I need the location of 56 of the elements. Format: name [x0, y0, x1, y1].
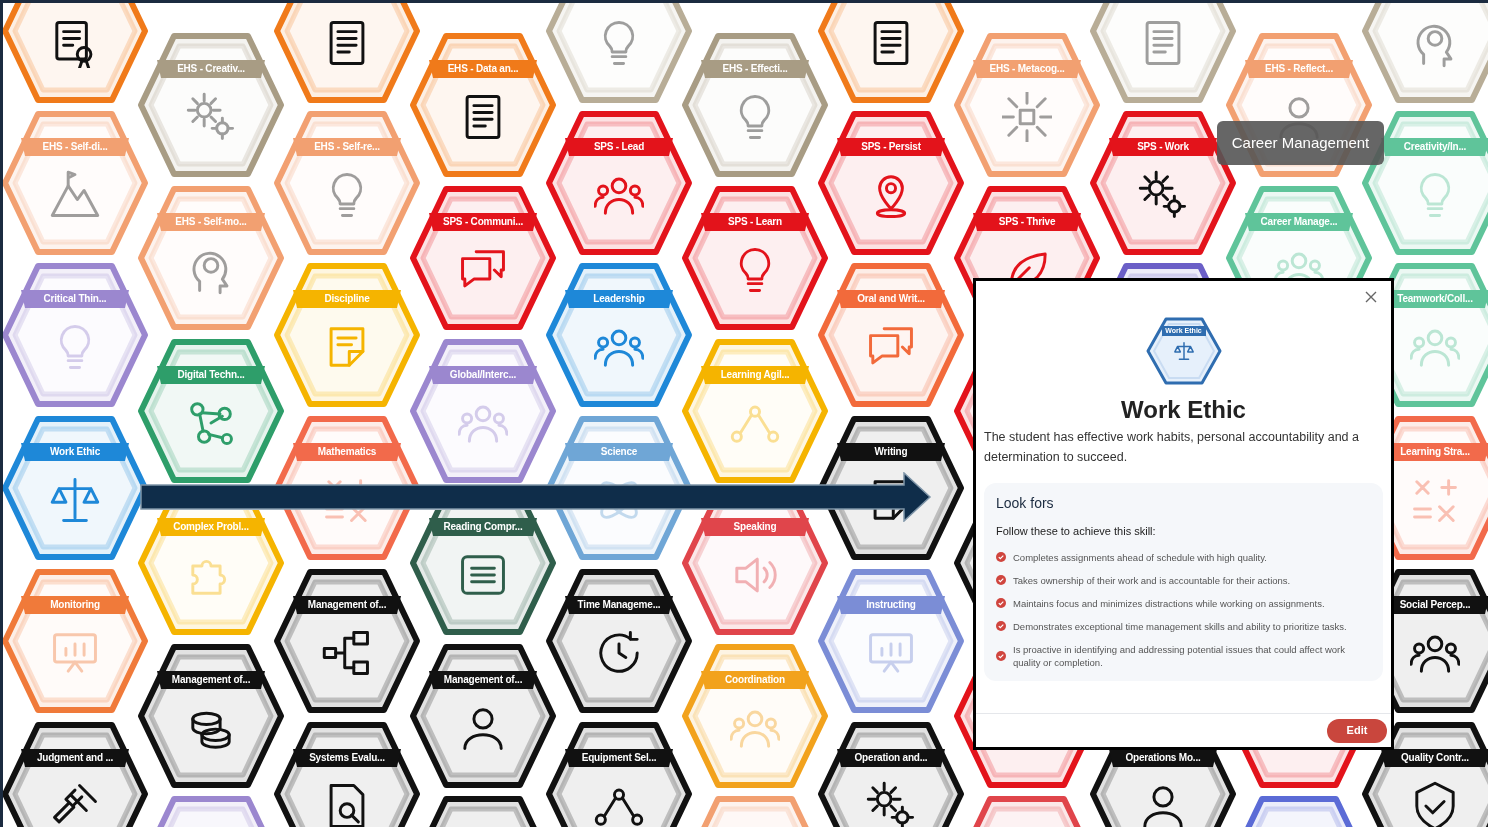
look-for-item: Demonstrates exceptional time management skills and ability to prioritize tasks.: [1013, 619, 1347, 633]
skill-label: Speaking: [733, 520, 777, 534]
skill-label: Teamwork/Coll...: [1397, 292, 1473, 306]
skill-label: Work Ethic: [49, 445, 100, 459]
skill-label: SPS - Lead: [593, 140, 645, 154]
skill-label: Systems Evalu...: [309, 751, 385, 765]
dialog-title: Work Ethic: [1120, 395, 1247, 425]
skill-label: Operation and...: [854, 751, 928, 765]
skill-label: EHS - Creativ...: [177, 62, 245, 76]
skill-label: Coordination: [725, 673, 785, 687]
tooltip: Career Management: [1217, 121, 1384, 165]
skill-label: Global/Interc...: [449, 368, 517, 382]
look-for-item: Maintains focus and minimizes distractions while working on assignments.: [1013, 596, 1325, 610]
skill-label: Instructing: [866, 598, 916, 612]
skill-label: Social Percep...: [1399, 598, 1471, 612]
skill-label: EHS - Metacog...: [989, 62, 1065, 76]
skill-label: EHS - Self-di...: [42, 140, 108, 154]
skill-label: SPS - Communi...: [442, 215, 524, 229]
skill-label: Learning Stra...: [1400, 445, 1470, 459]
skill-label: Monitoring: [50, 598, 100, 612]
skill-label: Reading Compr...: [443, 520, 523, 534]
skill-label: EHS - Self-mo...: [175, 215, 247, 229]
skill-label: SPS - Learn: [728, 215, 782, 229]
skill-label: EHS - Reflect...: [1265, 62, 1333, 76]
skill-label: Learning Agil...: [720, 368, 790, 382]
skill-label: Writing: [874, 445, 908, 459]
skill-label: Oral and Writ...: [857, 292, 925, 306]
skill-label: Leadership: [593, 292, 645, 306]
skill-label: Time Manageme...: [577, 598, 661, 612]
skill-label: Quality Contr...: [1401, 751, 1469, 765]
skill-label: SPS - Work: [1137, 140, 1189, 154]
skill-label: Career Manage...: [1260, 215, 1338, 229]
skill-label: EHS - Effecti...: [722, 62, 788, 76]
skill-label: Creativity/In...: [1403, 140, 1467, 154]
skill-label: SPS - Thrive: [998, 215, 1056, 229]
look-for-item: Is proactive in identifying and addressing potential issues that could affect work quality or completion.: [1013, 642, 1346, 669]
skill-label: Science: [600, 445, 638, 459]
skill-label: Operations Mo...: [1125, 751, 1201, 765]
skill-label: Management of...: [171, 673, 251, 687]
dialog-description: The student has effective work habits, personal accountability and a determination to succeed.: [983, 429, 1360, 466]
panel-title: Look fors: [996, 494, 1055, 513]
look-for-item: Completes assignments ahead of schedule with high quality.: [1013, 550, 1267, 564]
skill-label: Management of...: [307, 598, 387, 612]
skill-label: Critical Thin...: [43, 292, 107, 306]
look-for-item: Takes ownership of their work and is accountable for their actions.: [1013, 573, 1291, 587]
skill-label: EHS - Data an...: [447, 62, 519, 76]
skill-label: Equipment Sel...: [581, 751, 657, 765]
panel-subtitle: Follow these to achieve this skill:: [996, 524, 1157, 539]
skill-label: Complex Probl...: [173, 520, 249, 534]
skill-label: SPS - Persist: [861, 140, 921, 154]
skill-label: EHS - Self-re...: [314, 140, 380, 154]
skill-label: Mathematics: [317, 445, 377, 459]
skill-label: Discipline: [324, 292, 370, 306]
skill-label: Digital Techn...: [177, 368, 245, 382]
skill-label: Judgment and ...: [36, 751, 114, 765]
skill-label: Management of...: [443, 673, 523, 687]
